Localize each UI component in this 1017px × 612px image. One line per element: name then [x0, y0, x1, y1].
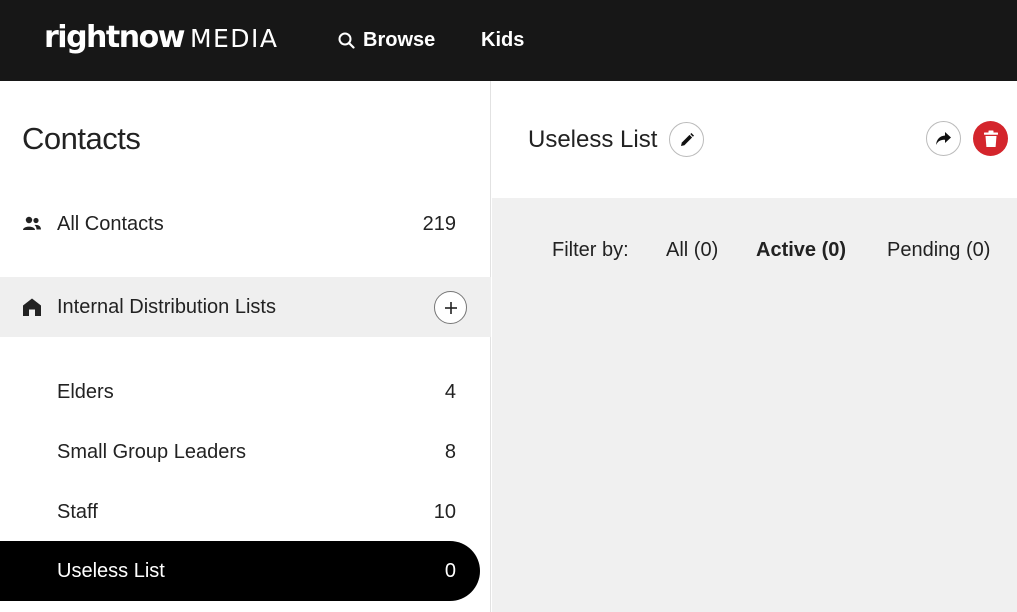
filter-option-all[interactable]: All (0) [666, 239, 718, 262]
sidebar-item-useless-list[interactable]: Useless List 0 [0, 541, 480, 601]
share-list-button[interactable] [926, 121, 961, 156]
sidebar-item-count: 10 [433, 500, 456, 523]
search-icon [338, 32, 355, 49]
sidebar-item-staff[interactable]: Staff 10 [0, 482, 491, 542]
sidebar-item-label: Elders [57, 380, 114, 403]
pencil-icon [680, 132, 694, 146]
rightnow-media-logo[interactable]: rightnow MEDIA [44, 20, 279, 60]
top-navigation-bar: rightnow MEDIA Browse Kids [0, 0, 1017, 81]
delete-list-button[interactable] [973, 121, 1008, 156]
sidebar-section-label: Internal Distribution Lists [57, 295, 276, 318]
sidebar-item-all-contacts[interactable]: All Contacts 219 [0, 194, 491, 254]
list-title: Useless List [528, 126, 658, 153]
sidebar-item-label: Useless List [57, 559, 165, 582]
sidebar-title: Contacts [22, 121, 141, 156]
sidebar-item-elders[interactable]: Elders 4 [0, 362, 491, 422]
sidebar-item-label: Small Group Leaders [57, 440, 246, 463]
filter-option-active[interactable]: Active (0) [756, 239, 846, 262]
sidebar-item-count: 219 [422, 212, 456, 235]
sidebar-item-label: All Contacts [57, 212, 164, 235]
filter-option-pending[interactable]: Pending (0) [887, 239, 990, 262]
logo-text-main: rightnow [44, 20, 185, 55]
nav-kids[interactable]: Kids [481, 0, 524, 81]
trash-icon [983, 130, 998, 147]
sidebar-item-label: Staff [57, 500, 98, 523]
sidebar-item-small-group-leaders[interactable]: Small Group Leaders 8 [0, 422, 491, 482]
contacts-sidebar: Contacts All Contacts 219 Internal Distr… [0, 81, 491, 612]
sidebar-item-count: 8 [444, 440, 456, 463]
add-list-button[interactable] [434, 291, 467, 324]
edit-list-button[interactable] [669, 122, 704, 157]
sidebar-item-count: 4 [444, 380, 456, 403]
sidebar-item-count: 0 [444, 559, 456, 582]
plus-icon [444, 301, 457, 314]
nav-browse[interactable]: Browse [338, 0, 435, 81]
logo-text-sub: MEDIA [189, 24, 279, 53]
sidebar-section-internal-lists[interactable]: Internal Distribution Lists [0, 277, 491, 337]
share-icon [936, 132, 951, 145]
list-detail-header: Useless List [492, 81, 1017, 198]
list-detail-panel: Useless List Filter by: All (0) Active (… [492, 81, 1017, 612]
nav-kids-label: Kids [481, 29, 525, 51]
nav-browse-label: Browse [363, 29, 436, 51]
home-icon [23, 298, 41, 316]
people-icon [23, 216, 41, 230]
filter-label: Filter by: [552, 239, 629, 261]
